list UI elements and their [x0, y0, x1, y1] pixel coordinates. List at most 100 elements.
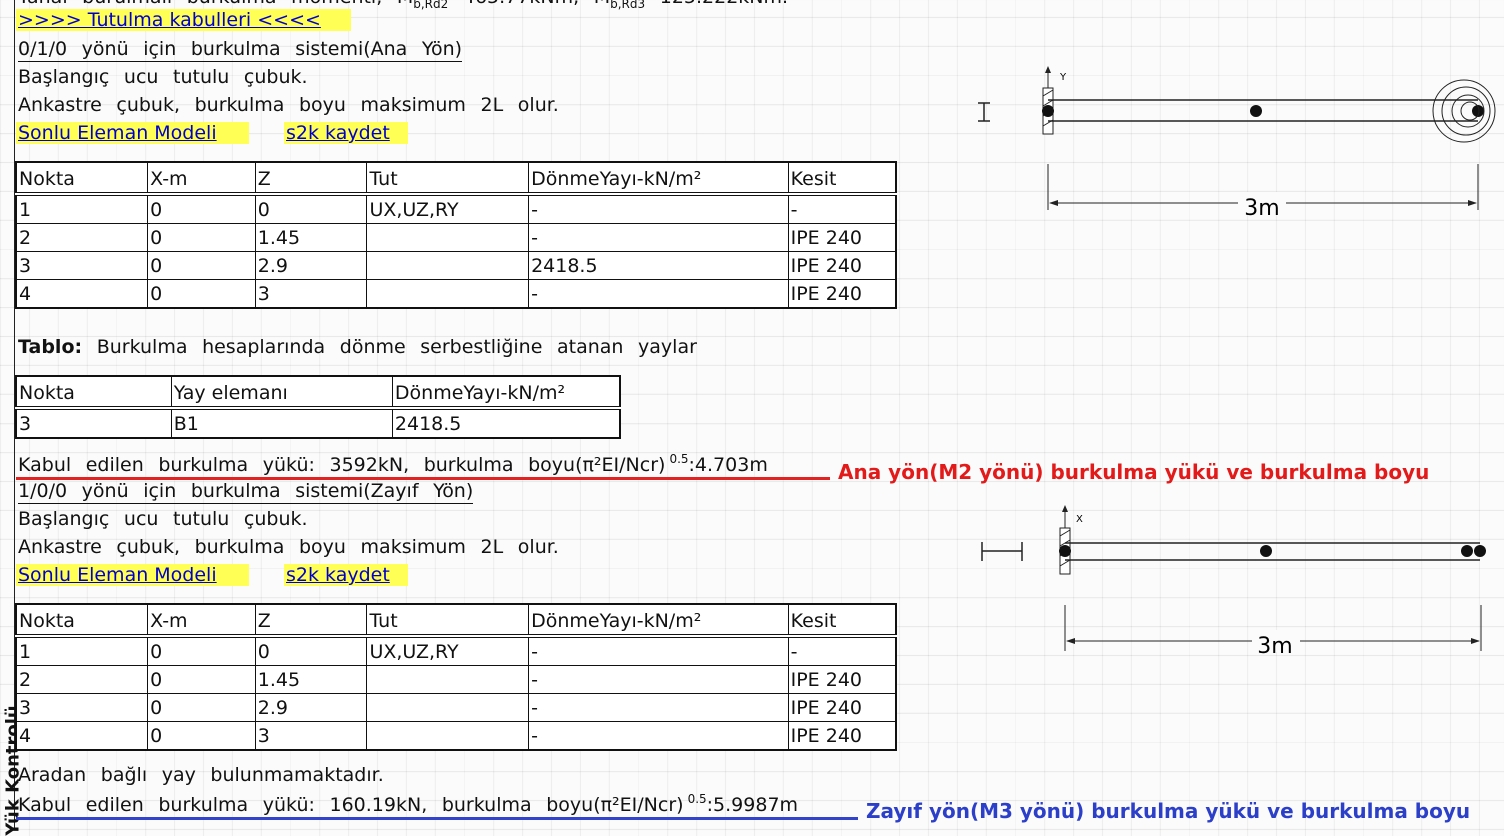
minor-note: Zayıf yön(M3 yönü) burkulma yükü ve burk… [866, 799, 1471, 823]
rotational-spring-icon [1432, 79, 1496, 143]
major-result: Kabul edilen burkulma yükü: 3592kN, burk… [18, 452, 768, 476]
major-line1: Başlangıç ucu tutulu çubuk. [18, 66, 308, 88]
minor-fem-link[interactable]: Sonlu Eleman Modeli [18, 564, 217, 586]
spring-table-caption: Tablo: Burkulma hesaplarında dönme serbe… [18, 336, 697, 358]
table-cell: - [528, 279, 789, 309]
table-cell: 2418.5 [391, 407, 621, 439]
table-header-cell: Tut [366, 603, 530, 638]
table-cell: 2418.5 [528, 251, 789, 280]
i-section-weak-icon [981, 542, 1023, 561]
table-header-cell: Yay elemanı [170, 375, 393, 410]
table-cell: 2.9 [254, 693, 368, 722]
table-row: 2 0 1.45 - IPE 240 [15, 665, 897, 694]
table-cell: 0 [147, 693, 256, 722]
left-margin-strip: Yük Kontrolü [0, 0, 24, 836]
table-cell: 0 [147, 223, 256, 252]
table-row: 2 0 1.45 - IPE 240 [15, 223, 897, 252]
table-cell: 3 [254, 721, 368, 751]
table-row: 4 0 3 - IPE 240 [15, 721, 897, 751]
table-row: 4 0 3 - IPE 240 [15, 279, 897, 309]
axis-label: X [1076, 514, 1083, 525]
x-axis-arrow-icon: X [1062, 505, 1083, 529]
axis-label: Y [1059, 72, 1067, 83]
table-header-row: Nokta X-m Z Tut DönmeYayı-kN/m² Kesit [15, 161, 897, 196]
table-cell [366, 251, 530, 280]
minor-no-spring: Aradan bağlı yay bulunmamaktadır. [18, 764, 384, 786]
node-dot [1260, 545, 1272, 557]
table-cell: IPE 240 [787, 721, 897, 751]
table-header-row: Nokta X-m Z Tut DönmeYayı-kN/m² Kesit [15, 603, 897, 638]
dimension-line: 3m [1064, 605, 1482, 659]
table-cell: - [528, 693, 789, 722]
table-cell: 0 [254, 193, 368, 224]
table-cell: 0 [147, 721, 256, 751]
table-cell: UX,UZ,RY [366, 193, 530, 224]
table-cell [366, 223, 530, 252]
minor-s2k-link[interactable]: s2k kaydet [286, 564, 390, 586]
table-cell: 0 [147, 279, 256, 309]
table-header-cell: Nokta [15, 161, 149, 196]
table-cell: 3 [254, 279, 368, 309]
table-cell: 4 [15, 279, 149, 309]
minor-s2k-wrap: s2k kaydet [284, 564, 408, 586]
length-label: 3m [1244, 196, 1279, 221]
major-s2k-wrap: s2k kaydet [284, 122, 408, 144]
minor-result-underline [16, 817, 858, 820]
table-cell: - [528, 721, 789, 751]
table-header-cell: Kesit [787, 161, 897, 196]
minor-line2: Ankastre çubuk, burkulma boyu maksimum 2… [18, 536, 559, 558]
major-line2: Ankastre çubuk, burkulma boyu maksimum 2… [18, 94, 559, 116]
table-row: 3 B1 2418.5 [15, 407, 621, 439]
table-cell: 1.45 [254, 665, 368, 694]
table-header-cell: DönmeYayı-kN/m² [391, 375, 621, 410]
major-heading: 0/1/0 yönü için burkulma sistemi(Ana Yön… [18, 38, 463, 62]
table-header-cell: Z [254, 603, 368, 638]
table-cell: - [528, 635, 789, 666]
section-title[interactable]: >>>> Tutulma kabulleri <<<< [16, 9, 351, 31]
table-cell: IPE 240 [787, 251, 897, 280]
table-header-cell: Nokta [15, 375, 172, 410]
table-cell: 2 [15, 223, 149, 252]
table-cell: 0 [147, 251, 256, 280]
i-section-icon [978, 102, 990, 122]
table-header-cell: Tut [366, 161, 530, 196]
table-cell: - [528, 193, 789, 224]
table-row: 1 0 0 UX,UZ,RY - - [15, 635, 897, 666]
minor-links: Sonlu Eleman Modeli [16, 564, 249, 586]
minor-table: Nokta X-m Z Tut DönmeYayı-kN/m² Kesit 1 … [15, 603, 897, 751]
table-cell: IPE 240 [787, 223, 897, 252]
table-cell: 1 [15, 635, 149, 666]
table-cell: 1 [15, 193, 149, 224]
table-header-cell: DönmeYayı-kN/m² [528, 603, 789, 638]
table-cell: 2 [15, 665, 149, 694]
major-s2k-link[interactable]: s2k kaydet [286, 122, 390, 144]
table-header-cell: Kesit [787, 603, 897, 638]
table-cell: 1.45 [254, 223, 368, 252]
node-dot [1059, 545, 1071, 557]
table-row: 1 0 0 UX,UZ,RY - - [15, 193, 897, 224]
table-header-cell: Z [254, 161, 368, 196]
table-cell: 3 [15, 251, 149, 280]
minor-line1: Başlangıç ucu tutulu çubuk. [18, 508, 308, 530]
node-dot [1461, 545, 1473, 557]
table-cell [366, 721, 530, 751]
table-cell: 0 [254, 635, 368, 666]
table-cell [366, 665, 530, 694]
section-title-link[interactable]: >>>> Tutulma kabulleri <<<< [18, 9, 321, 31]
node-dot [1250, 105, 1262, 117]
major-table: Nokta X-m Z Tut DönmeYayı-kN/m² Kesit 1 … [15, 161, 897, 309]
node-dot [1042, 105, 1054, 117]
table-row: 3 0 2.9 - IPE 240 [15, 693, 897, 722]
table-cell: 3 [15, 693, 149, 722]
minor-result: Kabul edilen burkulma yükü: 160.19kN, bu… [18, 792, 799, 816]
length-label: 3m [1257, 634, 1292, 659]
major-fem-link[interactable]: Sonlu Eleman Modeli [18, 122, 217, 144]
table-cell: IPE 240 [787, 665, 897, 694]
spring-table: Nokta Yay elemanı DönmeYayı-kN/m² 3 B1 2… [15, 375, 621, 439]
table-cell: 0 [147, 635, 256, 666]
dimension-line: 3m [1047, 164, 1479, 221]
table-cell: B1 [170, 407, 393, 439]
table-header-cell: X-m [147, 161, 256, 196]
table-cell: - [787, 193, 897, 224]
table-row: 3 0 2.9 2418.5 IPE 240 [15, 251, 897, 280]
